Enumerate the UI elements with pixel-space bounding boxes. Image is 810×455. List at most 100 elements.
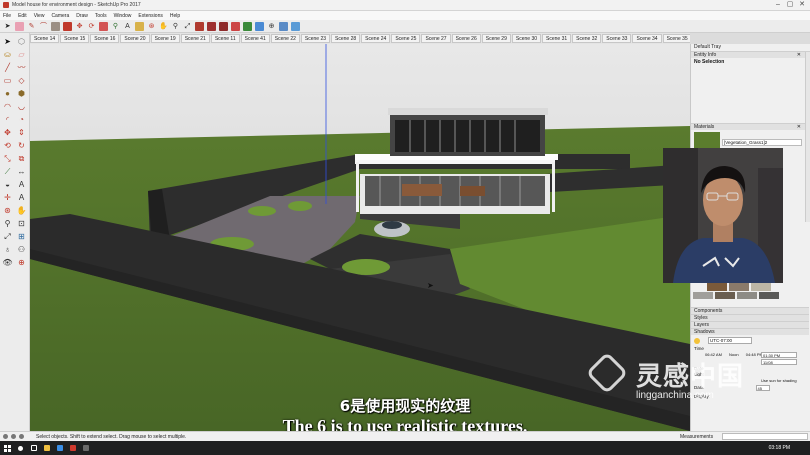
paint-icon[interactable]: ⛀ [2,49,13,60]
measurements-field[interactable] [722,433,808,440]
polygon-icon[interactable]: ⬢ [16,88,27,99]
credits-icon[interactable] [11,434,16,439]
scene-tab[interactable]: Scene 28 [331,34,361,43]
offset-icon[interactable]: ⧉ [16,153,27,164]
material-thumb-7[interactable] [759,292,779,299]
component-icon[interactable] [255,21,264,31]
scene-tab[interactable]: Scene 23 [300,34,331,43]
materials-header[interactable]: Materials ✕ [691,123,810,130]
scene-tab[interactable]: Scene 15 [60,34,90,43]
section-plane-icon[interactable] [291,21,300,31]
line-icon[interactable]: ╱ [2,62,13,73]
walk-tool-icon[interactable]: ⊕ [267,22,276,31]
layout-icon[interactable] [231,21,240,31]
menu-extensions[interactable]: Extensions [138,13,162,19]
pan-icon[interactable]: ✋ [16,205,27,216]
app-taskbar-icon[interactable] [79,441,92,455]
paint-bucket-icon[interactable] [135,21,144,31]
look-around-icon[interactable] [279,21,288,31]
arc-tool-icon[interactable]: ⌒ [39,22,48,31]
menu-draw[interactable]: Draw [76,13,88,19]
move-icon[interactable]: ✥ [2,127,13,138]
push-pull-tool-icon[interactable] [63,21,72,31]
sun-toggle-icon[interactable] [694,337,700,344]
task-view-icon[interactable] [27,441,40,455]
arc-icon[interactable]: ◠ [2,101,13,112]
menu-tools[interactable]: Tools [95,13,107,19]
section-plane-left-icon[interactable]: ⊕ [16,257,27,268]
follow-me-icon[interactable]: ↻ [16,140,27,151]
pan-tool-icon[interactable]: ✋ [159,22,168,31]
material-thumb-4[interactable] [693,292,713,299]
maximize-button[interactable]: ▢ [784,0,796,10]
components-header[interactable]: Components [691,307,809,314]
look-around-left-icon[interactable]: 👁 [2,257,13,268]
axes-icon[interactable]: ✛ [2,192,13,203]
scene-tab[interactable]: Scene 25 [391,34,421,43]
scene-tab[interactable]: Scene 30 [511,34,542,43]
scene-tab[interactable]: Scene 11 [210,34,240,43]
browser-icon[interactable] [53,441,66,455]
scale-icon[interactable]: ⤡ [2,153,13,164]
walk-icon[interactable]: ⚇ [16,244,27,255]
tape-tool-icon[interactable]: ⚲ [111,22,120,31]
offset-tool-icon[interactable] [99,21,108,31]
rotated-rectangle-icon[interactable]: ◇ [16,75,27,86]
zoom-window-icon[interactable]: ⊡ [16,218,27,229]
make-component-icon[interactable]: ⬡ [16,36,27,47]
zoom-extents-icon[interactable]: ⤢ [183,22,192,31]
tape-measure-icon[interactable]: ⟋ [2,166,13,177]
scene-tab[interactable]: Scene 32 [572,34,602,43]
scene-tab[interactable]: Scene 27 [421,34,451,43]
three-point-arc-icon[interactable]: ◜ [2,114,13,125]
file-explorer-icon[interactable] [40,441,53,455]
styles-header[interactable]: Styles [691,314,809,321]
scene-tab[interactable]: Scene 19 [150,34,180,43]
help-icon[interactable] [19,434,24,439]
start-button[interactable] [0,441,14,455]
material-thumb-5[interactable] [715,292,735,299]
share-model-icon[interactable] [219,21,228,31]
3d-text-icon[interactable]: A [16,192,27,203]
tray-scrollbar[interactable] [805,52,810,222]
menu-window[interactable]: Window [114,13,132,19]
select-tool-icon[interactable]: ➤ [3,22,12,31]
sketchup-taskbar-icon[interactable] [66,441,79,455]
ruby-console-icon[interactable] [243,21,252,31]
shadows-header[interactable]: Shadows [691,328,809,335]
geo-location-icon[interactable] [3,434,8,439]
eraser-icon[interactable]: ▱ [16,49,27,60]
entity-info-header[interactable]: Entity Info ✕ [691,51,810,58]
scene-tab[interactable]: Scene 41 [240,34,270,43]
entity-info-close-icon[interactable]: ✕ [797,52,801,59]
scene-tab[interactable]: Scene 24 [361,34,391,43]
zoom-tool-icon[interactable]: ⚲ [171,22,180,31]
minimize-button[interactable]: – [772,0,784,10]
scene-tab[interactable]: Scene 21 [180,34,210,43]
scene-tab[interactable]: Scene 29 [481,34,511,43]
circle-icon[interactable]: ● [2,88,13,99]
dimension-icon[interactable]: ↔ [16,166,27,177]
timezone-select[interactable]: UTC-07:00 [708,337,752,344]
menu-edit[interactable]: Edit [18,13,27,19]
time-value-field[interactable]: 01:30 PM [761,352,797,358]
rectangle-icon[interactable]: ▭ [2,75,13,86]
pencil-tool-icon[interactable]: ✎ [27,22,36,31]
menu-camera[interactable]: Camera [51,13,69,19]
rectangle-tool-icon[interactable] [51,21,60,31]
scene-tab[interactable]: Scene 34 [632,34,662,43]
previous-view-icon[interactable]: ⊞ [16,231,27,242]
scene-tab[interactable]: Scene 33 [602,34,632,43]
select-icon[interactable]: ➤ [2,36,13,47]
close-button[interactable]: ✕ [796,0,808,10]
eraser-tool-icon[interactable] [15,21,24,31]
warehouse-icon[interactable] [195,21,204,31]
date-value-field[interactable]: 11/08 [761,359,797,365]
protractor-icon[interactable]: ◒ [2,179,13,190]
materials-close-icon[interactable]: ✕ [797,124,801,131]
freehand-icon[interactable]: 〰 [16,62,27,73]
push-pull-icon[interactable]: ⇕ [16,127,27,138]
scene-tab[interactable]: Scene 22 [270,34,300,43]
material-name-field[interactable]: [Vegetation_Grass1]2 [722,138,802,146]
text-tool-icon[interactable]: A [123,22,132,31]
